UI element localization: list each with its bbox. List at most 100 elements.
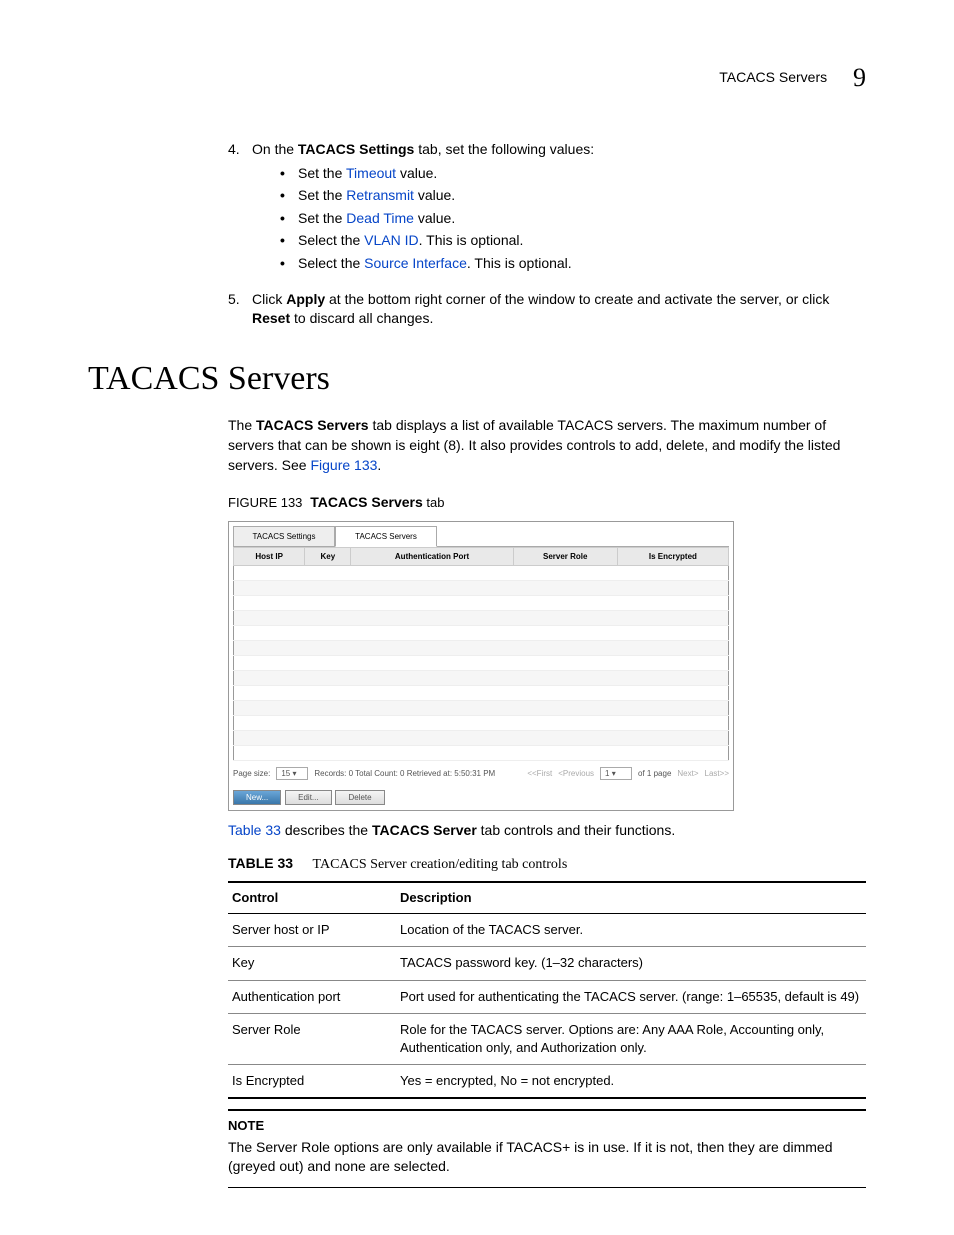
vlan-id-link[interactable]: VLAN ID	[364, 232, 418, 248]
cell: TACACS password key. (1–32 characters)	[396, 947, 866, 980]
procedure-steps: 4. On the TACACS Settings tab, set the f…	[228, 140, 866, 329]
page-of-label: of 1 page	[638, 768, 671, 779]
col-auth-port[interactable]: Authentication Port	[351, 547, 513, 565]
table-caption: TABLE 33 TACACS Server creation/editing …	[228, 854, 866, 875]
table-row[interactable]	[234, 581, 729, 596]
cell: Location of the TACACS server.	[396, 914, 866, 947]
table-link[interactable]: Table 33	[228, 822, 281, 838]
step-text: Click Apply at the bottom right corner o…	[252, 290, 866, 329]
bold-text: TACACS Settings	[298, 141, 414, 157]
intro-paragraph: The TACACS Servers tab displays a list o…	[228, 416, 866, 475]
figure-caption: FIGURE 133 TACACS Servers tab	[228, 493, 866, 513]
text: tab controls and their functions.	[477, 822, 675, 838]
table-row[interactable]	[234, 641, 729, 656]
text: Set the	[298, 165, 346, 181]
tab-tacacs-settings[interactable]: TACACS Settings	[233, 526, 335, 547]
cell: Key	[228, 947, 396, 980]
text: tab	[423, 495, 445, 510]
text: Select the	[298, 232, 364, 248]
bold-text: Reset	[252, 310, 290, 326]
text: .	[377, 457, 381, 473]
text: Click	[252, 291, 286, 307]
table-row[interactable]	[234, 611, 729, 626]
text: value.	[396, 165, 437, 181]
pager: Page size: 15 ▾ Records: 0 Total Count: …	[233, 767, 729, 780]
table-row[interactable]	[234, 566, 729, 581]
text: Set the	[298, 187, 346, 203]
running-title: TACACS Servers	[719, 68, 827, 88]
table-row[interactable]	[234, 746, 729, 761]
note-block: NOTE The Server Role options are only av…	[228, 1109, 866, 1187]
table-row: Server RoleRole for the TACACS server. O…	[228, 1013, 866, 1064]
text: Set the	[298, 210, 346, 226]
table-row[interactable]	[234, 701, 729, 716]
page-header: TACACS Servers 9	[719, 60, 866, 96]
cell: Port used for authenticating the TACACS …	[396, 980, 866, 1013]
text: tab, set the following values:	[414, 141, 594, 157]
bold-text: TACACS Servers	[256, 417, 369, 433]
figure-screenshot: TACACS Settings TACACS Servers Host IP K…	[228, 521, 734, 811]
table-row[interactable]	[234, 596, 729, 611]
dead-time-link[interactable]: Dead Time	[346, 210, 414, 226]
edit-button[interactable]: Edit...	[285, 790, 331, 805]
source-interface-link[interactable]: Source Interface	[364, 255, 467, 271]
cell: Server host or IP	[228, 914, 396, 947]
section-heading: TACACS Servers	[88, 355, 866, 403]
cell: Server Role	[228, 1013, 396, 1064]
note-title: NOTE	[228, 1117, 866, 1135]
page-input[interactable]: 1 ▾	[600, 767, 632, 780]
cell: Role for the TACACS server. Options are:…	[396, 1013, 866, 1064]
table-row[interactable]	[234, 626, 729, 641]
bold-text: TACACS Server	[372, 822, 477, 838]
table-row[interactable]	[234, 716, 729, 731]
col-server-role[interactable]: Server Role	[513, 547, 617, 565]
bullet-list: Set the Timeout value. Set the Retransmi…	[280, 164, 866, 274]
table-row[interactable]	[234, 656, 729, 671]
table-row: KeyTACACS password key. (1–32 characters…	[228, 947, 866, 980]
step-number: 4.	[228, 140, 252, 282]
text: . This is optional.	[419, 232, 524, 248]
table-row[interactable]	[234, 731, 729, 746]
cell: Yes = encrypted, No = not encrypted.	[396, 1065, 866, 1099]
pager-last[interactable]: Last>>	[705, 768, 729, 779]
page-size-select[interactable]: 15 ▾	[276, 767, 308, 780]
pager-prev[interactable]: <Previous	[558, 768, 594, 779]
col-is-encrypted[interactable]: Is Encrypted	[617, 547, 728, 565]
text: Select the	[298, 255, 364, 271]
text: at the bottom right corner of the window…	[325, 291, 829, 307]
text: The	[228, 417, 256, 433]
col-key[interactable]: Key	[305, 547, 351, 565]
text: to discard all changes.	[290, 310, 433, 326]
after-figure-paragraph: Table 33 describes the TACACS Server tab…	[228, 821, 866, 841]
records-info: Records: 0 Total Count: 0 Retrieved at: …	[314, 768, 495, 779]
col-host-ip[interactable]: Host IP	[234, 547, 305, 565]
text: value.	[414, 187, 455, 203]
text: 15	[281, 769, 290, 778]
tab-tacacs-servers[interactable]: TACACS Servers	[335, 526, 437, 547]
pager-next[interactable]: Next>	[677, 768, 698, 779]
controls-table: Control Description Server host or IPLoc…	[228, 881, 866, 1099]
delete-button[interactable]: Delete	[335, 790, 384, 805]
table-row[interactable]	[234, 686, 729, 701]
pager-first[interactable]: <<First	[527, 768, 552, 779]
page-size-label: Page size:	[233, 768, 270, 779]
table-row[interactable]	[234, 671, 729, 686]
text: 1	[605, 769, 609, 778]
timeout-link[interactable]: Timeout	[346, 165, 396, 181]
step-text: On the TACACS Settings tab, set the foll…	[252, 141, 594, 157]
cell: Is Encrypted	[228, 1065, 396, 1099]
bold-text: Apply	[286, 291, 325, 307]
tab-filler	[437, 526, 729, 547]
note-body: The Server Role options are only availab…	[228, 1138, 866, 1177]
figure-label: FIGURE 133	[228, 495, 302, 510]
text: . This is optional.	[467, 255, 572, 271]
text: On the	[252, 141, 298, 157]
table-row: Is EncryptedYes = encrypted, No = not en…	[228, 1065, 866, 1099]
retransmit-link[interactable]: Retransmit	[346, 187, 414, 203]
servers-table: Host IP Key Authentication Port Server R…	[233, 547, 729, 761]
chapter-number: 9	[853, 60, 866, 96]
th-description: Description	[396, 882, 866, 914]
figure-title: TACACS Servers	[310, 494, 423, 510]
new-button[interactable]: New...	[233, 790, 281, 805]
figure-link[interactable]: Figure 133	[310, 457, 377, 473]
